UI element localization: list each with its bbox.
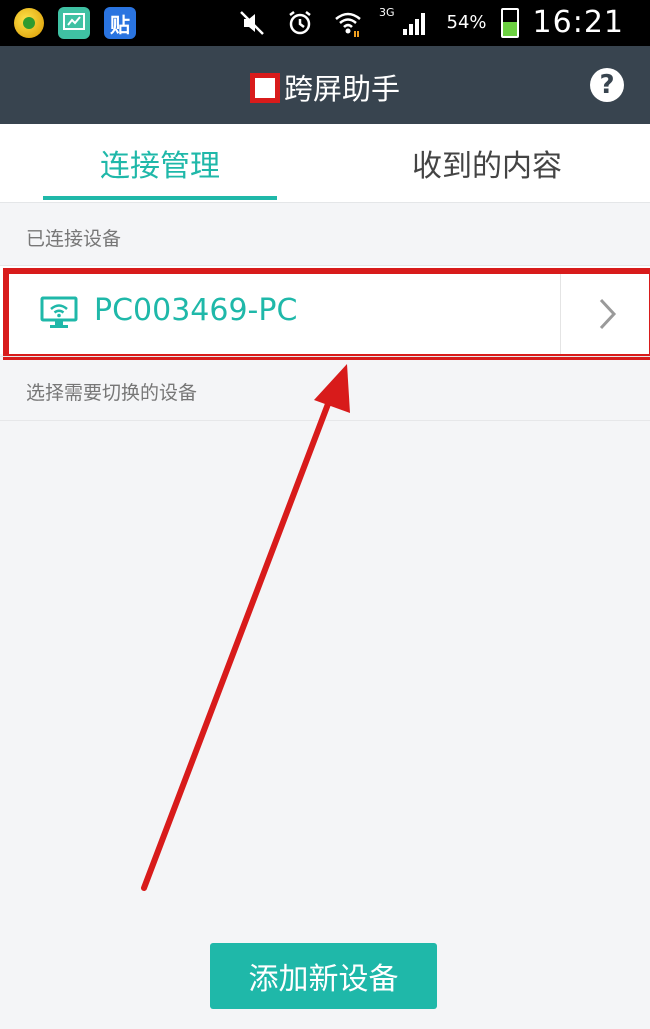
help-icon: ?: [599, 70, 615, 100]
ball-app-icon: [14, 8, 44, 38]
battery-icon: [500, 7, 519, 38]
page-title-text: 跨屏助手: [283, 72, 400, 106]
alarm-icon: [283, 6, 317, 40]
add-new-device-button[interactable]: 添加新设备: [210, 943, 437, 1009]
system-status: 3G 54% 16:21: [235, 5, 624, 40]
clock: 16:21: [532, 5, 624, 40]
tab-received-content[interactable]: 收到的内容: [370, 124, 604, 202]
tie-app-icon: 贴: [104, 7, 136, 39]
divider: [560, 270, 561, 354]
active-tab-indicator: [43, 196, 277, 200]
connected-devices-label: 已连接设备: [26, 228, 122, 250]
device-name[interactable]: PC003469-PC: [94, 293, 297, 328]
status-bar: 贴 3G 54% 16:21: [0, 0, 650, 46]
wifi-icon: [331, 6, 365, 40]
help-button[interactable]: ?: [590, 68, 624, 102]
notification-icons: 贴: [14, 7, 136, 39]
annotation-highlight-box: [249, 73, 280, 103]
page-title: 跨屏助手: [0, 66, 650, 108]
divider: [0, 420, 650, 421]
screen-app-icon: [58, 7, 90, 39]
divider: [0, 356, 650, 357]
battery-percent: 54%: [446, 12, 487, 33]
chevron-right-icon[interactable]: [592, 294, 622, 334]
network-type: 3G: [378, 6, 395, 19]
app-header: 跨屏助手 ?: [0, 46, 650, 124]
tab-bar: 连接管理 收到的内容: [0, 124, 650, 203]
signal-icon: [399, 6, 433, 40]
select-device-label: 选择需要切换的设备: [26, 382, 198, 404]
tab-connection-management[interactable]: 连接管理: [43, 124, 277, 202]
monitor-wifi-icon: [40, 296, 78, 328]
mute-icon: [235, 6, 269, 40]
